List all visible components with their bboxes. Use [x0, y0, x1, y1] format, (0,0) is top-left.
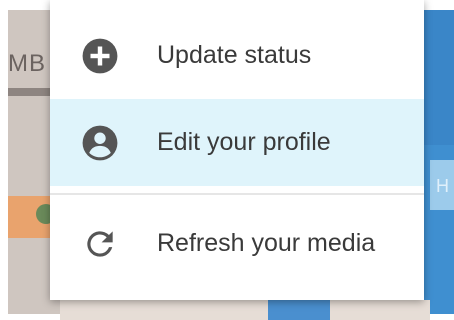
menu-item-refresh-media[interactable]: Refresh your media	[50, 200, 424, 287]
menu-item-label: Update status	[157, 41, 312, 69]
plus-circle-icon	[81, 37, 119, 75]
background-bottom-blue	[268, 300, 330, 320]
menu-divider	[50, 193, 424, 195]
dropdown-menu: Update status Edit your profile Refresh …	[50, 0, 424, 300]
menu-item-update-status[interactable]: Update status	[50, 12, 424, 99]
background-left-label: MB	[8, 50, 46, 77]
menu-item-label: Edit your profile	[157, 128, 331, 156]
background-bottom-strip	[60, 300, 430, 320]
menu-item-edit-profile[interactable]: Edit your profile	[50, 99, 424, 186]
refresh-icon	[81, 225, 119, 263]
account-circle-icon	[81, 124, 119, 162]
menu-item-label: Refresh your media	[157, 229, 376, 257]
background-right-top	[424, 10, 454, 145]
background-right-label: H	[436, 176, 449, 196]
